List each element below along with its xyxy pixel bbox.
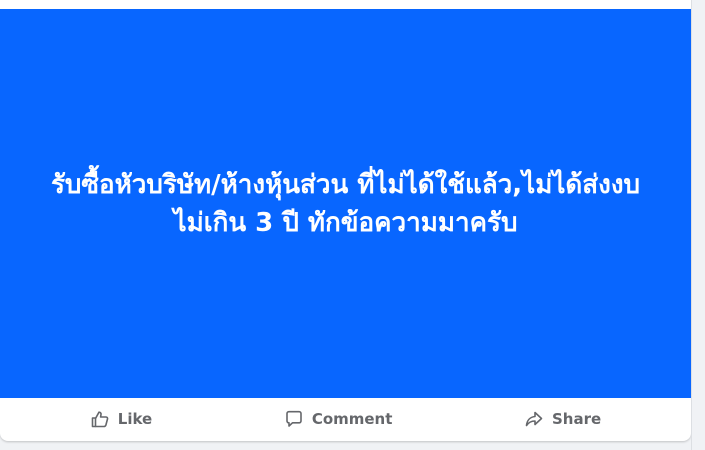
post-card: รับซื้อหัวบริษัท/ห้างหุ้นส่วน ที่ไม่ได้ใ… <box>0 0 691 441</box>
share-button[interactable]: Share <box>484 403 641 435</box>
speech-bubble-icon <box>284 409 304 429</box>
share-arrow-icon <box>524 409 544 429</box>
thumbs-up-icon <box>90 409 110 429</box>
share-label: Share <box>552 410 602 428</box>
like-button[interactable]: Like <box>50 403 192 435</box>
post-text: รับซื้อหัวบริษัท/ห้างหุ้นส่วน ที่ไม่ได้ใ… <box>50 169 641 238</box>
post-top-strip <box>0 0 691 9</box>
post-text-background: รับซื้อหัวบริษัท/ห้างหุ้นส่วน ที่ไม่ได้ใ… <box>0 9 691 398</box>
comment-label: Comment <box>311 410 393 428</box>
comment-button[interactable]: Comment <box>244 403 433 435</box>
like-label: Like <box>117 410 153 428</box>
page-right-edge <box>691 0 705 450</box>
post-action-bar: Like Comment Share <box>0 398 691 440</box>
